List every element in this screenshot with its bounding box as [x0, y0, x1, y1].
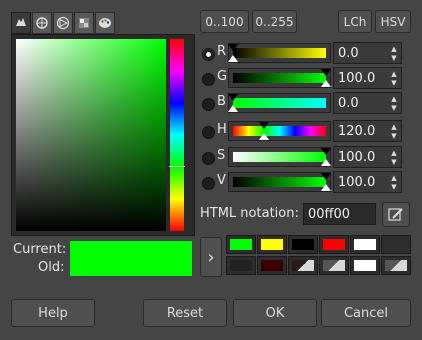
hsv-button[interactable]: HSV — [375, 10, 411, 33]
old-label: Old: — [38, 260, 65, 275]
tab-palette-selector[interactable] — [95, 12, 115, 34]
history-swatch[interactable] — [288, 256, 318, 275]
channel-slider-g[interactable] — [228, 68, 331, 88]
channel-slider-b[interactable] — [228, 93, 331, 113]
slider-handle-top[interactable] — [321, 148, 331, 155]
cancel-button[interactable]: Cancel — [321, 299, 411, 327]
history-swatch[interactable] — [257, 235, 287, 254]
old-color-swatch — [70, 259, 192, 276]
spin-down-icon[interactable]: ▼ — [390, 158, 398, 166]
color-picker-button[interactable] — [382, 202, 410, 227]
channel-label-r: R — [217, 44, 227, 59]
history-swatch[interactable] — [350, 256, 380, 275]
tab-cmyk-selector[interactable] — [32, 12, 52, 34]
slider-handle-top[interactable] — [228, 94, 238, 101]
tab-watercolor-selector[interactable] — [74, 12, 94, 34]
channel-slider-v[interactable] — [228, 172, 331, 192]
spin-down-icon[interactable]: ▼ — [390, 54, 398, 62]
history-swatch[interactable] — [226, 235, 256, 254]
channel-value-b[interactable]: 0.0 ▲ ▼ — [333, 92, 402, 114]
spin-down-icon[interactable]: ▼ — [390, 79, 398, 87]
channel-radio-b[interactable] — [202, 98, 215, 111]
slider-handle-top[interactable] — [228, 44, 238, 51]
channel-value-text: 0.0 — [338, 46, 359, 61]
color-picker-area — [11, 34, 195, 236]
range-0-255-button[interactable]: 0..255 — [252, 10, 297, 33]
channel-value-s[interactable]: 100.0 ▲ ▼ — [333, 146, 402, 168]
slider-handle-bottom[interactable] — [321, 159, 331, 166]
channel-value-text: 100.0 — [338, 71, 376, 86]
channel-label-b: B — [217, 94, 226, 109]
spin-up-icon[interactable]: ▲ — [390, 174, 398, 182]
current-label: Current: — [13, 242, 67, 257]
slider-handle-bottom[interactable] — [228, 55, 238, 62]
ok-button[interactable]: OK — [233, 299, 317, 327]
slider-handle-top[interactable] — [258, 122, 269, 129]
channel-label-v: V — [217, 173, 226, 188]
hue-marker[interactable] — [169, 166, 185, 167]
slider-handle-bottom[interactable] — [321, 184, 331, 191]
slider-handle-bottom[interactable] — [321, 80, 331, 87]
channel-value-v[interactable]: 100.0 ▲ ▼ — [333, 171, 402, 193]
history-swatch[interactable] — [288, 235, 318, 254]
tab-gimp-selector[interactable] — [11, 12, 31, 34]
channel-value-text: 100.0 — [338, 175, 376, 190]
channel-label-h: H — [217, 122, 227, 137]
spin-up-icon[interactable]: ▲ — [390, 70, 398, 78]
cmyk-icon — [36, 17, 48, 29]
channel-radio-r[interactable] — [202, 48, 215, 61]
spin-down-icon[interactable]: ▼ — [390, 183, 398, 191]
hue-strip[interactable] — [170, 39, 184, 231]
spin-up-icon[interactable]: ▲ — [390, 149, 398, 157]
history-swatch[interactable] — [319, 235, 349, 254]
html-notation-label: HTML notation: — [200, 206, 299, 221]
channel-value-r[interactable]: 0.0 ▲ ▼ — [333, 42, 402, 64]
spin-up-icon[interactable]: ▲ — [390, 123, 398, 131]
slider-handle-top[interactable] — [321, 69, 331, 76]
channel-value-text: 100.0 — [338, 150, 376, 165]
slider-handle-bottom[interactable] — [258, 133, 269, 140]
slider-handle-bottom[interactable] — [228, 105, 238, 112]
lch-button[interactable]: LCh — [338, 10, 372, 33]
channel-radio-h[interactable] — [202, 126, 215, 139]
tab-triangle-selector[interactable] — [53, 12, 73, 34]
channel-value-h[interactable]: 120.0 ▲ ▼ — [333, 120, 402, 142]
add-to-history-button[interactable]: › — [200, 237, 222, 277]
channel-radio-g[interactable] — [202, 73, 215, 86]
channel-slider-r[interactable] — [228, 43, 331, 63]
history-swatch[interactable] — [226, 256, 256, 275]
triangle-icon — [56, 16, 70, 30]
slider-handle-top[interactable] — [321, 173, 331, 180]
history-swatch[interactable] — [319, 256, 349, 275]
saturation-value-field[interactable] — [16, 39, 166, 231]
channel-label-g: G — [217, 69, 228, 84]
history-swatch[interactable] — [257, 256, 287, 275]
help-button[interactable]: Help — [11, 299, 95, 327]
watercolor-icon — [79, 18, 89, 28]
html-notation-value: 00ff00 — [308, 207, 351, 222]
channel-label-s: S — [217, 148, 226, 163]
history-swatch[interactable] — [381, 235, 411, 254]
gimp-icon — [16, 18, 26, 26]
spin-up-icon[interactable]: ▲ — [390, 95, 398, 103]
history-swatch[interactable] — [381, 256, 411, 275]
channel-value-text: 120.0 — [338, 124, 376, 139]
channel-slider-s[interactable] — [228, 147, 331, 167]
history-swatch[interactable] — [350, 235, 380, 254]
channel-radio-s[interactable] — [202, 152, 215, 165]
channel-value-text: 0.0 — [338, 96, 359, 111]
spin-down-icon[interactable]: ▼ — [390, 104, 398, 112]
channel-value-g[interactable]: 100.0 ▲ ▼ — [333, 67, 402, 89]
reset-button[interactable]: Reset — [143, 299, 227, 327]
channel-slider-h[interactable] — [228, 121, 331, 141]
spin-up-icon[interactable]: ▲ — [390, 45, 398, 53]
channel-radio-v[interactable] — [202, 177, 215, 190]
palette-icon — [99, 18, 111, 28]
html-notation-input[interactable]: 00ff00 — [303, 203, 376, 225]
range-0-100-button[interactable]: 0..100 — [200, 10, 249, 33]
spin-down-icon[interactable]: ▼ — [390, 132, 398, 140]
eyedropper-icon — [388, 207, 403, 221]
color-selector-tabs — [11, 12, 115, 34]
